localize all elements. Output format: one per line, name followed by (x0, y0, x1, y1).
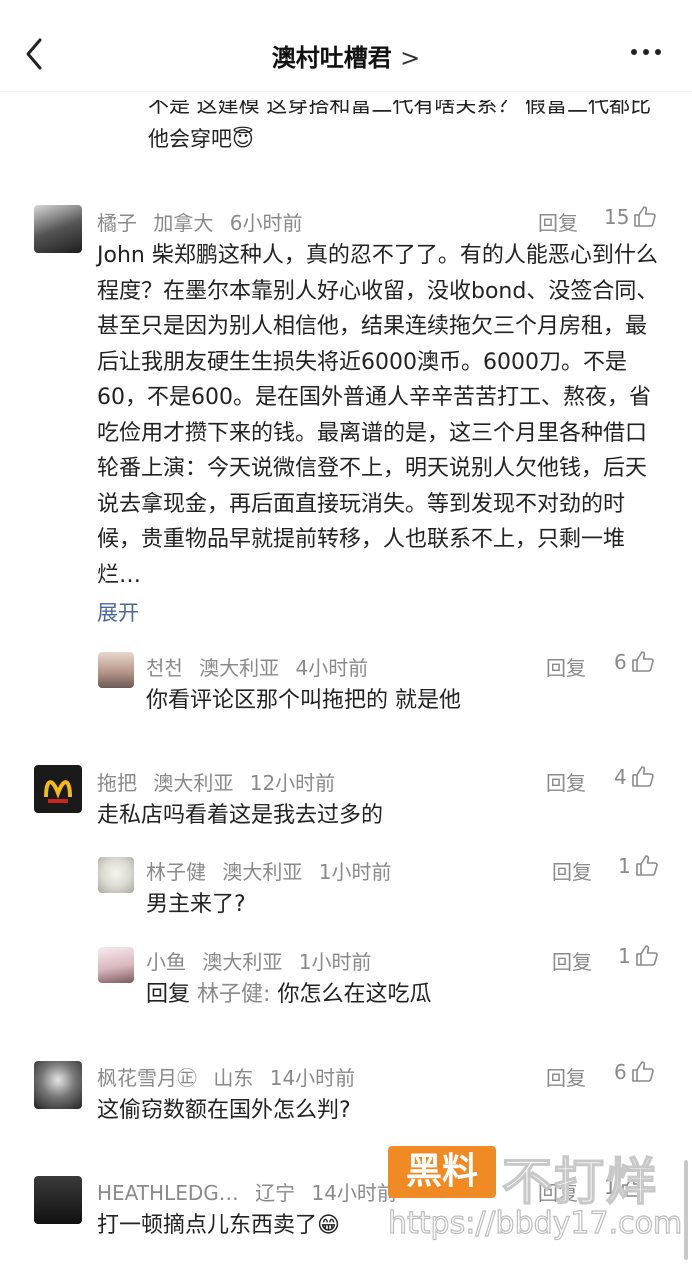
watermark-badge: 黑料 (388, 1146, 496, 1198)
page-title[interactable]: 澳村吐槽君 > (0, 38, 692, 73)
comment-text: 走私店吗看着这是我去过多的 (97, 803, 384, 828)
reply-button[interactable]: 回复 (552, 856, 592, 885)
comment-location: 澳大利亚 (153, 771, 234, 795)
comment-username[interactable]: 橘子 (97, 211, 137, 235)
reply-prefix: 回复 (146, 982, 191, 1007)
nav-divider (0, 91, 692, 92)
reply-button[interactable]: 回复 (546, 652, 586, 681)
like-count: 15 (604, 205, 630, 229)
comment-meta: 拖把 澳大利亚 12小时前 (97, 767, 345, 796)
comment-location: 澳大利亚 (199, 656, 280, 680)
more-dots-icon[interactable] (630, 48, 662, 56)
reply-button[interactable]: 回复 (552, 946, 592, 975)
comment-time: 12小时前 (249, 771, 336, 795)
logo-icon (44, 780, 72, 803)
avatar[interactable] (98, 857, 134, 893)
like-button[interactable]: 1 (618, 944, 659, 968)
thumbs-up-icon (631, 651, 654, 672)
comment-text: John 柴郑鹏这种人，真的忍不了了。有的人能恶心到什么程度？在墨尔本靠别人好心… (97, 243, 659, 588)
reply-button[interactable]: 回复 (538, 207, 578, 236)
like-button[interactable]: 15 (604, 205, 657, 229)
scrollbar[interactable] (684, 1160, 688, 1260)
comment-meta: 林子健 澳大利亚 1小时前 (146, 856, 401, 885)
thumbs-up-icon (635, 855, 658, 876)
like-count: 1 (618, 854, 631, 878)
comment-location: 辽宁 (255, 1181, 296, 1205)
comment-time: 6小时前 (229, 211, 303, 235)
comment-meta: 천천 澳大利亚 4小时前 (146, 652, 378, 681)
comment-text: 你看评论区那个叫拖把的 就是他 (146, 688, 461, 713)
comment-time: 14小时前 (311, 1181, 397, 1205)
comment-time: 14小时前 (269, 1066, 356, 1090)
comment-text: 这偷窃数额在国外怎么判? (97, 1098, 351, 1123)
comment-location: 加拿大 (153, 211, 214, 235)
avatar[interactable] (98, 652, 134, 688)
expand-link[interactable]: 展开 (97, 597, 139, 627)
like-button[interactable]: 4 (614, 765, 655, 789)
thumbs-up-icon (634, 206, 657, 227)
avatar[interactable] (98, 947, 134, 983)
comment-time: 4小时前 (295, 656, 369, 680)
watermark-url: https://bbdy17.com (387, 1205, 683, 1241)
like-button[interactable]: 6 (614, 1060, 655, 1084)
comment-username[interactable]: 천천 (146, 656, 183, 680)
comment-username[interactable]: 林子健 (146, 860, 206, 884)
thumbs-up-icon (635, 945, 658, 966)
comment-text: 男主来了? (146, 892, 246, 917)
page-title-text: 澳村吐槽君 (271, 44, 392, 72)
avatar[interactable] (34, 205, 82, 253)
comment-location: 澳大利亚 (222, 860, 303, 884)
comment-time: 1小时前 (298, 950, 372, 974)
comment-username[interactable]: 拖把 (97, 771, 137, 795)
reply-target[interactable]: 林子健: (197, 982, 270, 1007)
comment-username[interactable]: 枫花雪月㊣ (97, 1066, 197, 1090)
comment-meta: 小鱼 澳大利亚 1小时前 (146, 946, 381, 975)
like-count: 6 (614, 650, 627, 674)
avatar[interactable] (34, 765, 82, 813)
like-count: 1 (618, 944, 631, 968)
title-chevron: > (400, 44, 421, 72)
like-count: 6 (614, 1060, 627, 1084)
comment-meta: HEATHLEDG… 辽宁 14小时前 (97, 1177, 407, 1206)
thumbs-up-icon (631, 1061, 654, 1082)
comment-meta: 枫花雪月㊣ 山东 14小时前 (97, 1062, 365, 1091)
comment-text: 回复 林子健: 你怎么在这吃瓜 (146, 977, 646, 1013)
reply-button[interactable]: 回复 (546, 1062, 586, 1091)
avatar[interactable] (34, 1061, 82, 1109)
comment-username[interactable]: 小鱼 (146, 950, 186, 974)
reply-button[interactable]: 回复 (546, 767, 586, 796)
comment-meta: 橘子 加拿大 6小时前 (97, 207, 312, 236)
comment-username[interactable]: HEATHLEDG… (97, 1181, 239, 1205)
like-button[interactable]: 1 (618, 854, 659, 878)
avatar[interactable] (34, 1176, 82, 1224)
like-button[interactable]: 6 (614, 650, 655, 674)
nav-bar: 澳村吐槽君 > (0, 0, 692, 100)
like-count: 4 (614, 765, 627, 789)
comment-location: 山东 (213, 1066, 254, 1090)
watermark: 黑料 不打烊 https://bbdy17.com (387, 1140, 683, 1270)
comment-location: 澳大利亚 (202, 950, 283, 974)
reply-text: 你怎么在这吃瓜 (277, 982, 432, 1007)
comment-time: 1小时前 (318, 860, 392, 884)
thumbs-up-icon (631, 766, 654, 787)
watermark-brand: 不打烊 (501, 1152, 658, 1212)
